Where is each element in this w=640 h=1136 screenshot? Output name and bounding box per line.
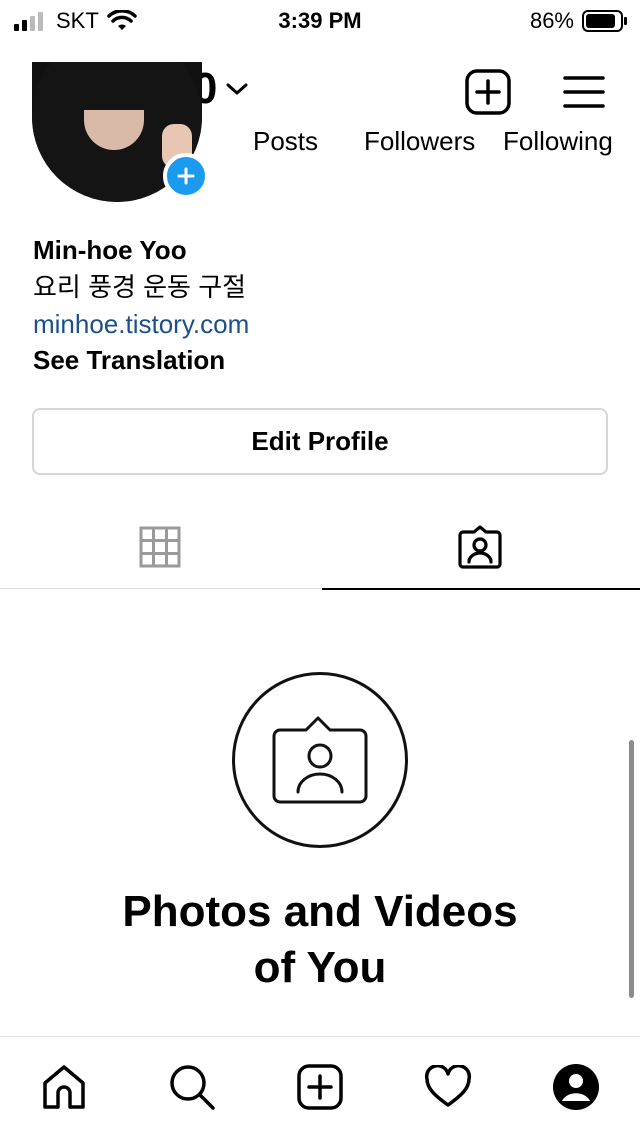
status-bar: SKT 3:39 PM 86% (0, 0, 640, 40)
add-story-button[interactable] (163, 153, 209, 199)
avatar-face (84, 110, 144, 150)
bottom-nav (0, 1036, 640, 1136)
nav-home[interactable] (38, 1061, 90, 1113)
battery-icon (582, 10, 627, 32)
following-label: Following (503, 126, 613, 156)
website-link[interactable]: minhoe.tistory.com (33, 306, 613, 342)
tab-posts-grid[interactable] (0, 505, 320, 589)
tab-tagged[interactable] (320, 505, 640, 590)
new-post-icon[interactable] (297, 1064, 343, 1110)
followers-label: Followers (364, 126, 476, 156)
menu-button[interactable] (558, 66, 610, 118)
new-post-button[interactable] (462, 66, 514, 118)
new-post-icon[interactable] (465, 69, 511, 115)
following-stat[interactable]: Following (503, 120, 633, 156)
bio-text: 요리 풍경 운동 구절 (33, 272, 247, 302)
edit-profile-button[interactable]: Edit Profile (32, 408, 608, 475)
tagged-icon[interactable] (457, 524, 503, 570)
empty-state-title-line1: Photos and Videos (122, 887, 518, 936)
nav-new-post[interactable] (294, 1061, 346, 1113)
menu-icon[interactable] (562, 74, 606, 110)
battery-percent: 86% (529, 8, 574, 33)
profile-tabs (0, 505, 640, 590)
see-translation-link[interactable]: See Translation (33, 342, 613, 378)
plus-icon[interactable] (176, 166, 196, 186)
home-icon[interactable] (40, 1063, 88, 1111)
bio-section: Min-hoe Yoo 요리 풍경 운동 구절 minhoe.tistory.c… (33, 232, 613, 378)
empty-state-icon-circle (232, 672, 408, 848)
nav-profile[interactable] (550, 1061, 602, 1113)
nav-search[interactable] (166, 1061, 218, 1113)
search-icon[interactable] (168, 1063, 216, 1111)
nav-activity[interactable] (422, 1061, 474, 1113)
posts-stat[interactable]: Posts (253, 120, 333, 156)
grid-icon[interactable] (139, 526, 181, 568)
heart-icon[interactable] (424, 1065, 472, 1109)
full-name: Min-hoe Yoo (33, 235, 187, 265)
scrollbar[interactable] (629, 740, 634, 998)
profile-icon[interactable] (552, 1063, 600, 1111)
followers-stat[interactable]: Followers (364, 120, 494, 156)
chevron-down-icon[interactable] (225, 81, 249, 97)
empty-state-title-line2: of You (253, 943, 387, 992)
status-right: 86% (530, 8, 628, 34)
empty-state-title: Photos and Videos of You (0, 884, 640, 996)
posts-label: Posts (253, 126, 319, 156)
tagged-icon (272, 716, 368, 804)
